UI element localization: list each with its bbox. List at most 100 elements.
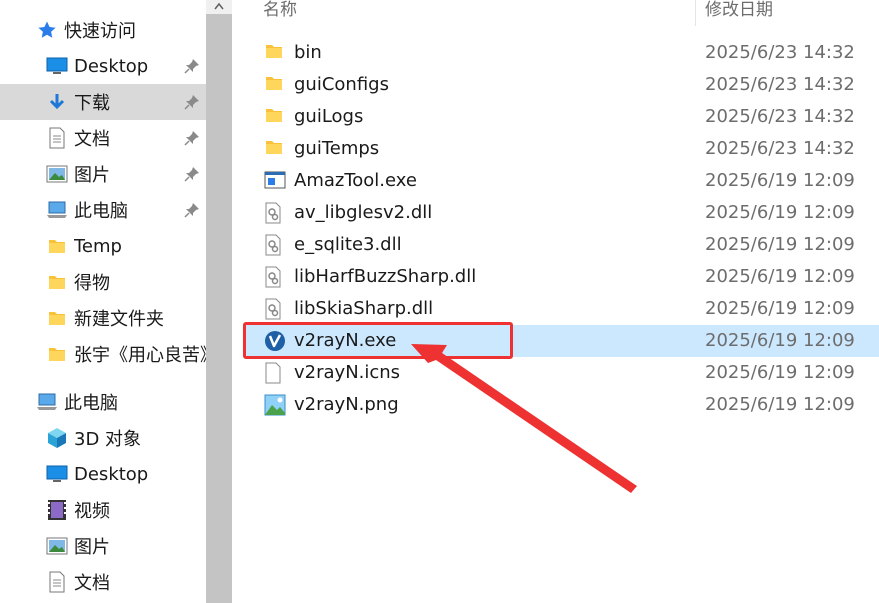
- folder-icon: [264, 42, 286, 64]
- file-modified-date: 2025/6/19 12:09: [705, 298, 855, 319]
- nav-item-4[interactable]: 图片: [0, 156, 206, 192]
- file-modified-date: 2025/6/23 14:32: [705, 106, 855, 127]
- file-row[interactable]: libHarfBuzzSharp.dll 2025/6/19 12:09: [244, 261, 879, 293]
- file-modified-date: 2025/6/19 12:09: [705, 234, 855, 255]
- file-name: libSkiaSharp.dll: [294, 298, 434, 319]
- file-modified-date: 2025/6/23 14:32: [705, 42, 855, 63]
- nav-item-10[interactable]: 此电脑: [0, 384, 206, 420]
- document-icon: [46, 127, 68, 149]
- folder-icon: [264, 106, 286, 128]
- folder-icon: [46, 343, 68, 365]
- column-divider[interactable]: [695, 0, 696, 26]
- dll-gear-icon: [264, 266, 286, 288]
- nav-item-label: 下载: [74, 93, 110, 114]
- file-name: v2rayN.icns: [294, 362, 401, 383]
- file-row[interactable]: v2rayN.png 2025/6/19 12:09: [244, 389, 879, 421]
- nav-item-6[interactable]: Temp: [0, 228, 206, 264]
- file-name: guiTemps: [294, 138, 380, 159]
- nav-item-11[interactable]: 3D 对象: [0, 420, 206, 456]
- nav-item-5[interactable]: 此电脑: [0, 192, 206, 228]
- nav-item-12[interactable]: Desktop: [0, 456, 206, 492]
- nav-scrollbar[interactable]: [206, 0, 232, 603]
- nav-item-label: 图片: [74, 537, 110, 558]
- file-name: guiConfigs: [294, 74, 389, 95]
- nav-item-label: Temp: [74, 235, 122, 257]
- pin-icon[interactable]: [184, 166, 200, 182]
- download-icon: [46, 91, 68, 113]
- video-icon: [46, 499, 68, 521]
- pin-icon[interactable]: [184, 202, 200, 218]
- folder-icon: [264, 74, 286, 96]
- file-row[interactable]: guiConfigs 2025/6/23 14:32: [244, 69, 879, 101]
- desktop-icon: [46, 463, 68, 485]
- nav-item-label: 文档: [74, 573, 110, 594]
- file-row[interactable]: av_libglesv2.dll 2025/6/19 12:09: [244, 197, 879, 229]
- file-modified-date: 2025/6/19 12:09: [705, 394, 855, 415]
- nav-item-0[interactable]: 快速访问: [0, 12, 206, 48]
- file-name: guiLogs: [294, 106, 364, 127]
- picture-icon: [46, 163, 68, 185]
- nav-item-15[interactable]: 文档: [0, 564, 206, 600]
- nav-item-8[interactable]: 新建文件夹: [0, 300, 206, 336]
- nav-item-label: 视频: [74, 501, 110, 522]
- file-modified-date: 2025/6/23 14:32: [705, 138, 855, 159]
- folder-icon: [46, 271, 68, 293]
- star-icon: [36, 19, 58, 41]
- file-modified-date: 2025/6/19 12:09: [705, 170, 855, 191]
- folder-icon: [46, 235, 68, 257]
- nav-item-7[interactable]: 得物: [0, 264, 206, 300]
- pin-icon[interactable]: [184, 94, 200, 110]
- computer-icon: [36, 391, 58, 413]
- file-modified-date: 2025/6/19 12:09: [705, 330, 855, 351]
- file-row[interactable]: v2rayN.icns 2025/6/19 12:09: [244, 357, 879, 389]
- nav-item-label: 3D 对象: [74, 429, 142, 450]
- file-name: av_libglesv2.dll: [294, 202, 433, 223]
- file-name: e_sqlite3.dll: [294, 234, 402, 255]
- folder-icon: [264, 138, 286, 160]
- nav-item-9[interactable]: 张宇《用心良苦》: [0, 336, 206, 372]
- file-row[interactable]: guiLogs 2025/6/23 14:32: [244, 101, 879, 133]
- nav-item-13[interactable]: 视频: [0, 492, 206, 528]
- nav-item-label: 此电脑: [74, 201, 128, 222]
- nav-item-3[interactable]: 文档: [0, 120, 206, 156]
- file-modified-date: 2025/6/19 12:09: [705, 362, 855, 383]
- file-modified-date: 2025/6/19 12:09: [705, 202, 855, 223]
- cube-icon: [46, 427, 68, 449]
- desktop-icon: [46, 55, 68, 77]
- nav-item-label: Desktop: [74, 55, 149, 77]
- pin-icon[interactable]: [184, 130, 200, 146]
- file-modified-date: 2025/6/23 14:32: [705, 74, 855, 95]
- nav-item-2[interactable]: 下载: [0, 84, 206, 120]
- app-window-icon: [264, 170, 286, 192]
- picture-icon: [46, 535, 68, 557]
- dll-gear-icon: [264, 202, 286, 224]
- nav-item-1[interactable]: Desktop: [0, 48, 206, 84]
- document-icon: [46, 571, 68, 593]
- annotation-highlight-box: [243, 322, 513, 359]
- nav-item-label: 新建文件夹: [74, 309, 164, 330]
- column-header-name[interactable]: 名称: [263, 0, 297, 26]
- blank-file-icon: [264, 362, 286, 384]
- dll-gear-icon: [264, 298, 286, 320]
- file-name: AmazTool.exe: [294, 170, 417, 191]
- file-row[interactable]: e_sqlite3.dll 2025/6/19 12:09: [244, 229, 879, 261]
- nav-item-label: 此电脑: [64, 393, 118, 414]
- nav-item-label: 文档: [74, 129, 110, 150]
- pin-icon[interactable]: [184, 58, 200, 74]
- nav-scrollbar-thumb[interactable]: [206, 0, 232, 603]
- nav-item-label: Desktop: [74, 463, 149, 485]
- file-row[interactable]: bin 2025/6/23 14:32: [244, 37, 879, 69]
- column-header-modified[interactable]: 修改日期: [705, 0, 773, 26]
- nav-item-label: 图片: [74, 165, 110, 186]
- file-modified-date: 2025/6/19 12:09: [705, 266, 855, 287]
- navigation-pane: 快速访问 Desktop 下载 文档 图片 此电脑 Temp 得物 新建文件夹 张宇《用心良苦》此…: [0, 0, 206, 603]
- file-name: v2rayN.png: [294, 394, 399, 415]
- file-row[interactable]: guiTemps 2025/6/23 14:32: [244, 133, 879, 165]
- file-row[interactable]: libSkiaSharp.dll 2025/6/19 12:09: [244, 293, 879, 325]
- file-row[interactable]: AmazTool.exe 2025/6/19 12:09: [244, 165, 879, 197]
- nav-item-14[interactable]: 图片: [0, 528, 206, 564]
- file-name: bin: [294, 42, 322, 63]
- nav-item-label: 张宇《用心良苦》: [74, 345, 206, 366]
- scroll-up-button[interactable]: [206, 0, 232, 14]
- image-file-icon: [264, 394, 286, 416]
